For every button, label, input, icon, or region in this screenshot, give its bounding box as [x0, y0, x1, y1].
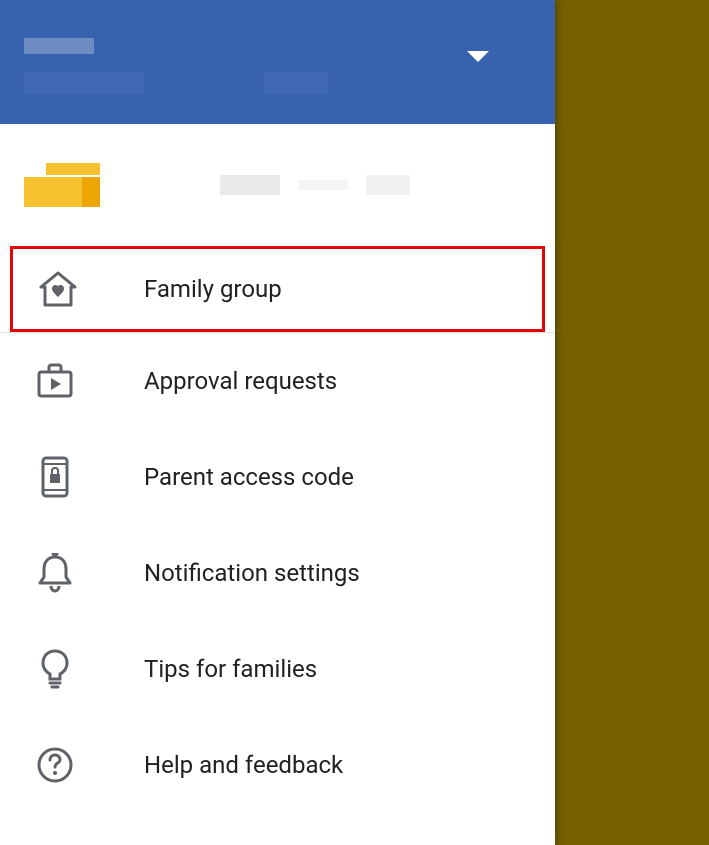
- house-heart-icon: [39, 270, 77, 308]
- menu-item-help-and-feedback[interactable]: Help and feedback: [0, 717, 555, 813]
- menu-label: Parent access code: [144, 463, 354, 491]
- chevron-down-icon[interactable]: [467, 48, 489, 67]
- profile-text-group: [220, 175, 410, 195]
- menu-item-approval-requests[interactable]: Approval requests: [0, 333, 555, 429]
- profile-section: [0, 124, 555, 246]
- bell-icon: [36, 554, 74, 592]
- drawer-header: [0, 0, 555, 124]
- help-circle-icon: [36, 746, 74, 784]
- menu-label: Notification settings: [144, 559, 360, 587]
- header-placeholder: [24, 72, 144, 94]
- menu-item-tips-for-families[interactable]: Tips for families: [0, 621, 555, 717]
- header-placeholder: [264, 72, 328, 94]
- menu-item-family-group[interactable]: Family group: [10, 246, 545, 332]
- header-row: [24, 72, 531, 94]
- profile-placeholder: [366, 175, 410, 195]
- profile-placeholder: [298, 180, 348, 190]
- header-row: [24, 38, 531, 54]
- header-content: [24, 38, 531, 94]
- menu-label: Family group: [144, 275, 282, 303]
- menu-label: Tips for families: [144, 655, 317, 683]
- briefcase-play-icon: [36, 362, 74, 400]
- profile-icon: [24, 163, 100, 207]
- menu-item-parent-access-code[interactable]: Parent access code: [0, 429, 555, 525]
- profile-placeholder: [220, 175, 280, 195]
- menu-label: Help and feedback: [144, 751, 343, 779]
- menu-item-notification-settings[interactable]: Notification settings: [0, 525, 555, 621]
- lightbulb-icon: [36, 650, 74, 688]
- phone-lock-icon: [36, 458, 74, 496]
- menu-label: Approval requests: [144, 367, 337, 395]
- header-placeholder: [24, 38, 94, 54]
- navigation-drawer: Family group Approval requests Parent ac…: [0, 0, 555, 845]
